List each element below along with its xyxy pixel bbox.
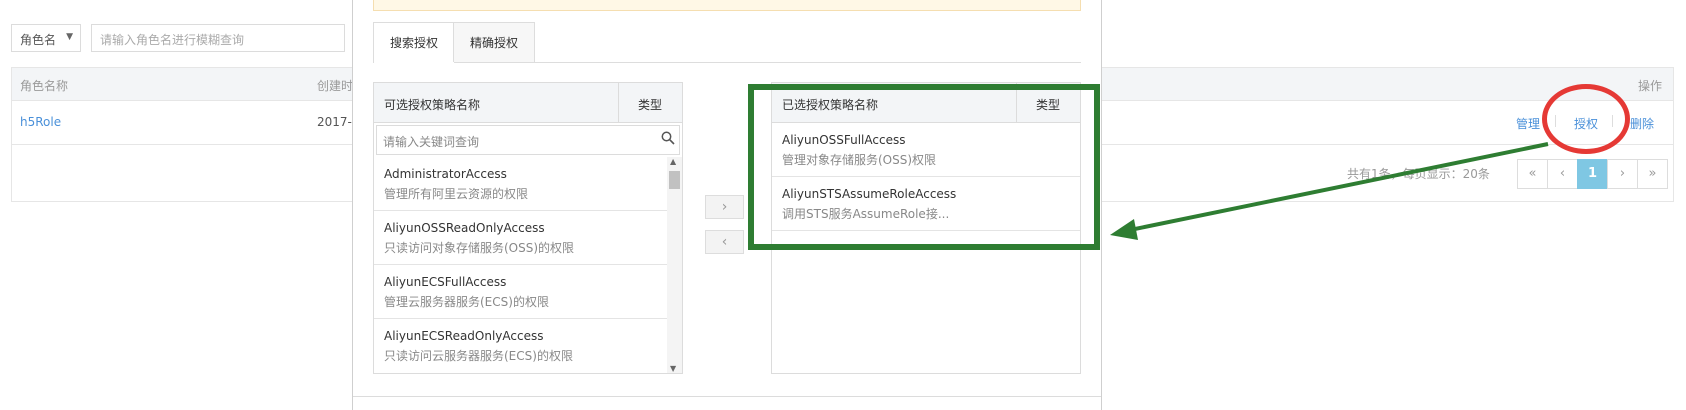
arrow-icon — [1110, 142, 1549, 240]
